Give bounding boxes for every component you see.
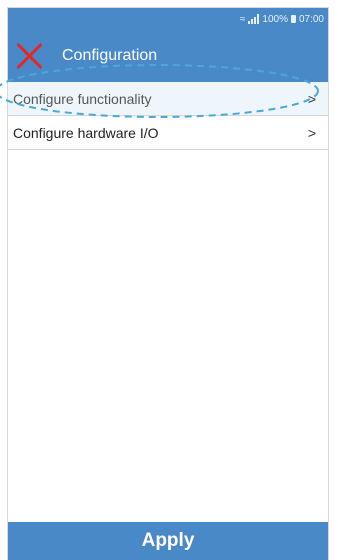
menu-item-label: Configure functionality — [13, 90, 152, 107]
app-bar: Configuration — [8, 30, 328, 82]
battery-percent: 100% — [262, 13, 288, 25]
clock: 07:00 — [298, 13, 324, 25]
page-title: Configuration — [62, 47, 158, 64]
chevron-right-icon: > — [307, 124, 316, 141]
phone-screen: ≈ 100% 07:00 Configuration Configure fun… — [8, 8, 328, 560]
signal-icon — [248, 14, 260, 24]
menu-item-configure-hardware-io[interactable]: Configure hardware I/O > — [8, 116, 328, 150]
menu-list: Configure functionality > Configure hard… — [8, 82, 328, 150]
wifi-icon: ≈ — [239, 13, 246, 25]
close-x-icon[interactable] — [10, 36, 50, 76]
status-bar: ≈ 100% 07:00 — [8, 8, 328, 30]
menu-item-label: Configure hardware I/O — [13, 124, 159, 141]
battery-icon — [290, 15, 296, 23]
menu-item-configure-functionality[interactable]: Configure functionality > — [8, 82, 328, 116]
chevron-right-icon: > — [307, 90, 316, 107]
apply-button[interactable]: Apply — [8, 522, 328, 560]
